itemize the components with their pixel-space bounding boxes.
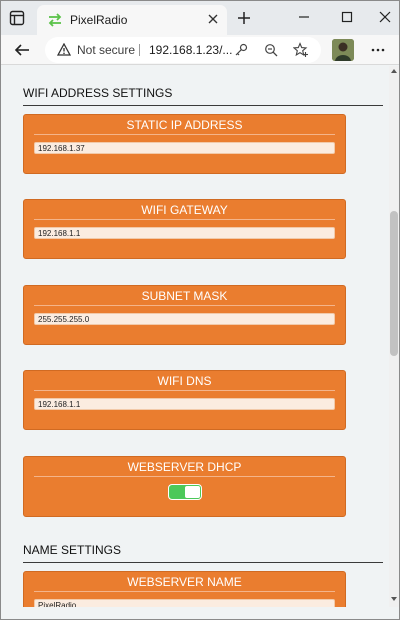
webserver-name-input[interactable] [34, 599, 335, 607]
card-divider [34, 591, 335, 592]
browser-window: PixelRadio Not secure 192.168.1.23/... W… [0, 0, 400, 620]
card-divider [34, 134, 335, 135]
card-webserver-name: WEBSERVER NAME [23, 571, 346, 607]
card-title: SUBNET MASK [141, 289, 228, 303]
toggle-knob [185, 486, 200, 498]
tab-title: PixelRadio [70, 13, 128, 27]
close-window-icon[interactable] [378, 10, 392, 24]
card-title: WIFI GATEWAY [141, 203, 228, 217]
close-tab-icon[interactable] [207, 13, 219, 25]
window-bottom-edge [1, 607, 399, 619]
card-wifi-dns: WIFI DNS [23, 370, 346, 430]
more-options-icon[interactable] [370, 43, 386, 57]
tab-pixelradio[interactable]: PixelRadio [37, 5, 227, 35]
scrollbar-thumb[interactable] [390, 211, 398, 356]
scroll-up-icon[interactable] [390, 68, 398, 74]
section-title-wifi: WIFI ADDRESS SETTINGS [23, 86, 173, 100]
card-static-ip: STATIC IP ADDRESS [23, 114, 346, 174]
profile-avatar-icon [332, 39, 354, 61]
tab-actions-icon[interactable] [9, 10, 25, 26]
card-divider [34, 219, 335, 220]
address-separator [139, 44, 140, 56]
section-divider [23, 105, 383, 106]
minimize-icon[interactable] [297, 10, 311, 24]
tab-strip: PixelRadio [1, 1, 399, 35]
static-ip-input[interactable] [34, 142, 335, 154]
new-tab-icon[interactable] [237, 11, 251, 25]
security-label[interactable]: Not secure [77, 43, 135, 57]
dhcp-toggle[interactable] [168, 484, 202, 500]
profile-avatar[interactable] [332, 39, 354, 61]
address-bar[interactable]: Not secure 192.168.1.23/... [45, 37, 321, 63]
wifi-dns-input[interactable] [34, 398, 335, 410]
warning-triangle-icon[interactable] [57, 43, 71, 56]
card-divider [34, 305, 335, 306]
card-webserver-dhcp: WEBSERVER DHCP [23, 456, 346, 517]
zoom-out-icon[interactable] [264, 43, 278, 57]
card-title: WEBSERVER NAME [127, 575, 242, 589]
section-divider [23, 562, 383, 563]
wifi-gateway-input[interactable] [34, 227, 335, 239]
page-viewport: WIFI ADDRESS SETTINGS STATIC IP ADDRESS … [1, 66, 389, 607]
back-arrow-icon[interactable] [13, 41, 31, 59]
card-subnet-mask: SUBNET MASK [23, 285, 346, 345]
subnet-mask-input[interactable] [34, 313, 335, 325]
card-title: WEBSERVER DHCP [127, 460, 242, 474]
card-title: STATIC IP ADDRESS [126, 118, 243, 132]
card-wifi-gateway: WIFI GATEWAY [23, 199, 346, 259]
key-icon[interactable] [234, 43, 248, 57]
vertical-scrollbar[interactable] [389, 66, 399, 607]
section-title-name: NAME SETTINGS [23, 543, 122, 557]
scroll-down-icon[interactable] [390, 596, 398, 602]
browser-toolbar: Not secure 192.168.1.23/... [1, 35, 399, 65]
card-divider [34, 476, 335, 477]
arrows-favicon-icon [48, 13, 62, 27]
maximize-icon[interactable] [340, 10, 354, 24]
card-divider [34, 390, 335, 391]
card-title: WIFI DNS [157, 374, 212, 388]
favorites-star-icon[interactable] [293, 42, 309, 58]
url-text[interactable]: 192.168.1.23/... [149, 43, 232, 57]
